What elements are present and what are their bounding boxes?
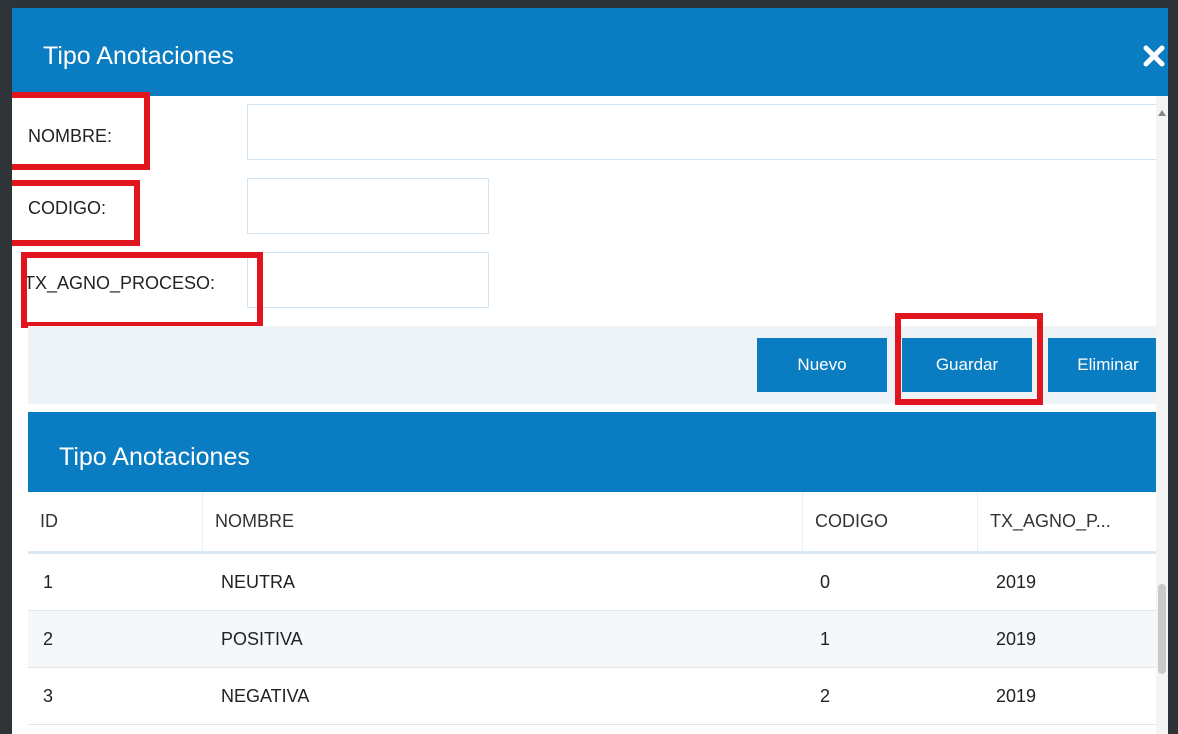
column-header-codigo[interactable]: CODIGO [803,492,978,551]
tx-agno-proceso-input[interactable] [247,252,489,308]
cell-nombre: NEUTRA [221,572,296,592]
cell-id: 2 [43,629,54,649]
cell-tx-agno-proceso: 2019 [996,629,1037,649]
cell-nombre: POSITIVA [221,629,303,649]
cell-id: 3 [43,686,54,706]
cell-nombre: NEGATIVA [221,686,310,706]
guardar-button[interactable]: Guardar [902,338,1032,392]
scroll-up-arrow-icon[interactable] [1158,110,1166,116]
cell-id: 1 [43,572,54,592]
tipo-anotaciones-modal: Tipo Anotaciones NOMBRE: CODIGO: TX_AGNO… [12,8,1168,734]
codigo-input[interactable] [247,178,489,234]
scrollbar-thumb[interactable] [1158,584,1166,674]
column-header-id[interactable]: ID [28,492,203,551]
modal-title: Tipo Anotaciones [43,42,234,70]
modal-header: Tipo Anotaciones [12,8,1168,96]
cell-codigo: 2 [820,686,831,706]
cell-codigo: 1 [820,629,831,649]
eliminar-button[interactable]: Eliminar [1048,338,1168,392]
cell-tx-agno-proceso: 2019 [996,686,1037,706]
cell-tx-agno-proceso: 2019 [996,572,1037,592]
column-header-tx-agno-proceso[interactable]: TX_AGNO_P... [978,492,1168,551]
background-left-strip [0,0,12,734]
column-header-nombre[interactable]: NOMBRE [203,492,803,551]
table-row[interactable]: 1 NEUTRA 0 2019 [28,554,1168,611]
grid-panel-header: Tipo Anotaciones [28,412,1168,492]
nuevo-button[interactable]: Nuevo [757,338,887,392]
background-top-band [0,0,1178,8]
tx-agno-proceso-label: TX_AGNO_PROCESO: [24,273,216,293]
nombre-input[interactable] [247,104,1168,160]
close-icon[interactable] [1142,44,1166,68]
nombre-label: NOMBRE: [28,126,113,146]
table-row[interactable]: 2 POSITIVA 1 2019 [28,611,1168,668]
table-header-row: ID NOMBRE CODIGO TX_AGNO_P... [28,492,1168,554]
table-row[interactable]: 3 NEGATIVA 2 2019 [28,668,1168,725]
codigo-label: CODIGO: [28,198,107,218]
cell-codigo: 0 [820,572,831,592]
background-right-band [1168,0,1178,734]
grid-panel-title: Tipo Anotaciones [59,443,250,471]
